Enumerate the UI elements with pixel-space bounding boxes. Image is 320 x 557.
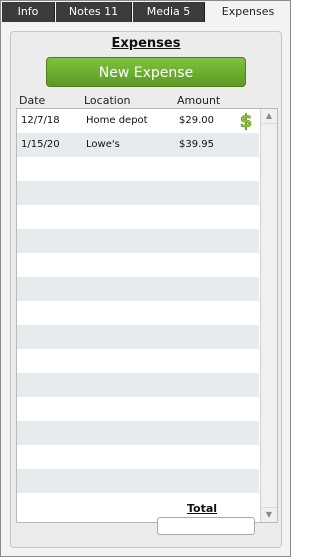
empty-row <box>17 349 259 373</box>
column-header-amount[interactable]: Amount <box>177 94 220 107</box>
empty-row <box>17 493 259 517</box>
empty-row <box>17 469 259 493</box>
empty-row <box>17 253 259 277</box>
section-title: Expenses <box>111 36 181 51</box>
table-row[interactable]: 12/7/18 Home depot $29.00 $ <box>17 109 259 133</box>
total-label: Total <box>187 502 218 515</box>
empty-row <box>17 277 259 301</box>
row-date: 1/15/20 <box>21 139 60 150</box>
expense-list[interactable]: 12/7/18 Home depot $29.00 $ 1/15/20 Lowe… <box>16 108 278 523</box>
row-amount: $39.95 <box>179 139 214 150</box>
empty-row <box>17 373 259 397</box>
tab-expenses[interactable]: Expenses <box>206 2 290 22</box>
row-amount: $29.00 <box>179 115 214 126</box>
total-field[interactable] <box>157 517 255 535</box>
expenses-panel: Expenses New Expense Date Location Amoun… <box>10 31 282 548</box>
table-row[interactable]: 1/15/20 Lowe's $39.95 <box>17 133 259 157</box>
column-header-location[interactable]: Location <box>84 94 131 107</box>
new-expense-button[interactable]: New Expense <box>46 57 246 87</box>
empty-row <box>17 421 259 445</box>
tab-media[interactable]: Media 5 <box>133 2 205 22</box>
empty-row <box>17 445 259 469</box>
scroll-down-icon[interactable]: ▼ <box>261 507 277 522</box>
row-location: Lowe's <box>86 139 120 150</box>
row-date: 12/7/18 <box>21 115 60 126</box>
tab-bar: Info Notes 11 Media 5 Expenses <box>1 1 290 23</box>
empty-row <box>17 229 259 253</box>
list-scrollbar[interactable]: ▲ ▼ <box>260 109 277 522</box>
svg-text:$: $ <box>240 112 253 130</box>
row-location: Home depot <box>86 115 148 126</box>
expenses-window: Info Notes 11 Media 5 Expenses Expenses … <box>0 0 291 557</box>
expense-rows: 12/7/18 Home depot $29.00 $ 1/15/20 Lowe… <box>17 109 259 517</box>
tab-info[interactable]: Info <box>2 2 55 22</box>
empty-row <box>17 301 259 325</box>
empty-row <box>17 205 259 229</box>
empty-row <box>17 397 259 421</box>
empty-row <box>17 181 259 205</box>
empty-row <box>17 157 259 181</box>
tab-notes[interactable]: Notes 11 <box>56 2 132 22</box>
scroll-up-icon[interactable]: ▲ <box>261 109 277 124</box>
column-header-date[interactable]: Date <box>19 94 45 107</box>
empty-row <box>17 325 259 349</box>
